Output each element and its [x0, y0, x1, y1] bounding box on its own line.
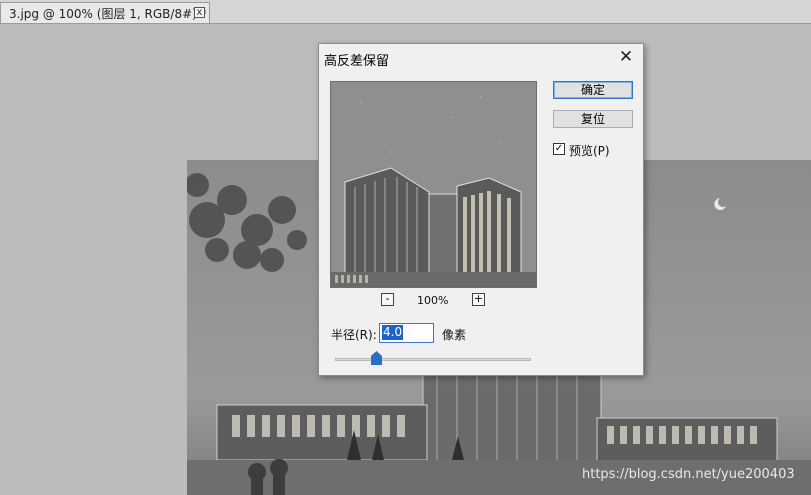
zoom-out-button[interactable]: -	[381, 293, 394, 306]
slider-thumb[interactable]	[371, 351, 383, 365]
radius-label: 半径(R):	[331, 328, 377, 342]
radius-slider[interactable]	[335, 358, 531, 361]
watermark: https://blog.csdn.net/yue200403	[582, 467, 795, 482]
close-icon[interactable]: ✕	[617, 48, 635, 66]
document-tab-title: 3.jpg @ 100% (图层 1, RGB/8#) *	[9, 6, 207, 21]
zoom-in-button[interactable]: +	[472, 293, 485, 306]
radius-value: 4.0	[382, 325, 404, 340]
zoom-level: 100%	[417, 294, 449, 307]
reset-button[interactable]: 复位	[553, 110, 633, 128]
document-tab[interactable]: 3.jpg @ 100% (图层 1, RGB/8#) * x	[0, 2, 210, 23]
filter-preview[interactable]	[330, 81, 537, 288]
dialog-title: 高反差保留	[324, 54, 390, 69]
radius-input[interactable]: 4.0	[379, 323, 434, 343]
document-tab-bar: 3.jpg @ 100% (图层 1, RGB/8#) * x	[0, 0, 811, 24]
high-pass-dialog: 高反差保留 ✕ - 100% + 确定 复位 ✓ 预览(P) 半径(R): 4.…	[318, 43, 644, 376]
close-icon[interactable]: x	[194, 7, 205, 18]
preview-checkbox[interactable]: ✓	[553, 143, 565, 155]
ok-button[interactable]: 确定	[553, 81, 633, 99]
preview-label: 预览(P)	[569, 144, 610, 158]
radius-unit: 像素	[442, 328, 467, 342]
preview-image	[331, 82, 536, 287]
